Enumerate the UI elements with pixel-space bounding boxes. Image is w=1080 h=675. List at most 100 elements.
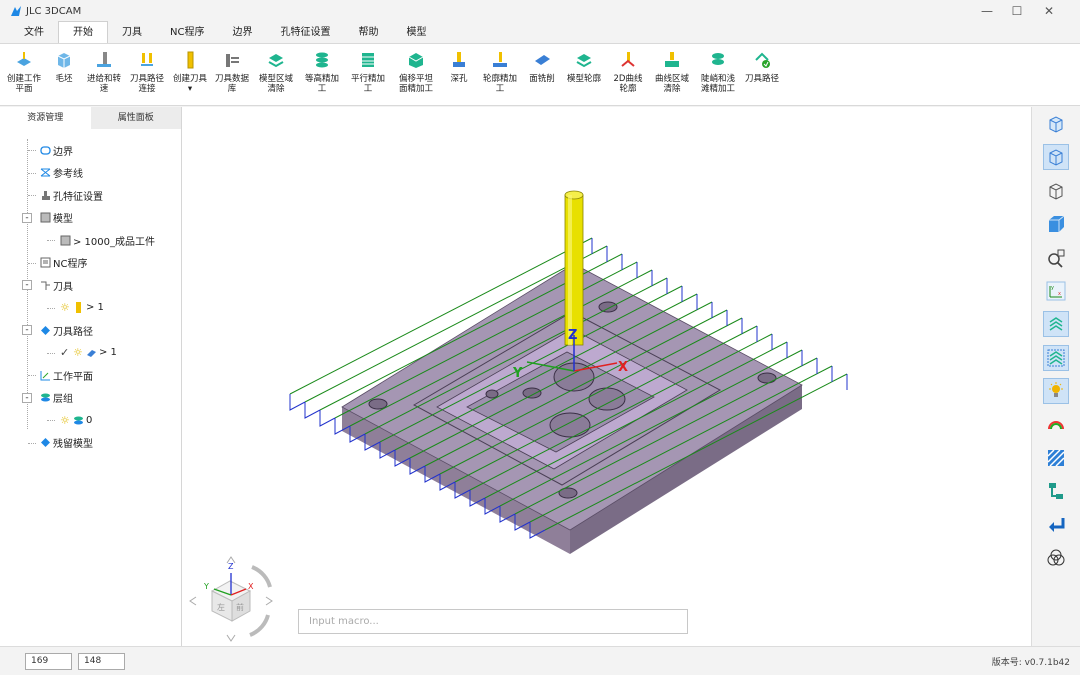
tree-item-model[interactable]: - 模型 (0, 207, 181, 230)
solid-view-button[interactable] (1043, 211, 1069, 237)
collapse-toggle[interactable]: - (22, 212, 32, 223)
tool-icon (41, 281, 50, 290)
outline-view-button[interactable] (1043, 178, 1069, 204)
tree-item-tool[interactable]: - 刀具 (0, 274, 181, 297)
tree-item-tool-1[interactable]: ☼ > 1 (0, 297, 181, 320)
title-bar: JLC 3DCAM (0, 0, 1080, 22)
constant-z-finish-button[interactable]: 等高精加 工 (300, 44, 344, 94)
scene-canvas: X Y Z 左 前 Z X Y (189, 190, 848, 642)
macro-input[interactable]: Input macro... (298, 609, 688, 634)
tree-item-boundary[interactable]: 边界 (0, 139, 181, 162)
offset-flat-finish-button[interactable]: 偏移平坦 面精加工 (392, 44, 440, 94)
feed-speed-button[interactable]: 进给和转 速 (84, 44, 124, 94)
menu-hole-feature[interactable]: 孔特征设置 (266, 23, 344, 43)
tree-label: > 1 (99, 347, 117, 359)
tool-database-button[interactable]: 刀具数据 库 (212, 44, 252, 94)
workplane-tree-icon (40, 370, 50, 381)
tree-item-model-part[interactable]: > 1000_成品工件 (0, 229, 181, 252)
hierarchy-icon (1049, 483, 1063, 500)
create-workplane-button[interactable]: 创建工作 平面 (4, 44, 44, 94)
deep-hole-button[interactable]: 深孔 (442, 44, 476, 84)
steep-shallow-finish-button[interactable]: 陡峭和浅 滩精加工 (696, 44, 740, 94)
menu-file[interactable]: 文件 (10, 23, 58, 43)
layer-display-button[interactable] (1043, 311, 1069, 338)
layer-item-icon (74, 416, 83, 425)
tree-item-layer-group[interactable]: - 层组 (0, 387, 181, 410)
curve-area-clear-icon (661, 48, 683, 72)
boolean-button[interactable] (1043, 545, 1069, 571)
toolpath-link-button[interactable]: 刀具路径 连接 (126, 44, 168, 94)
tree-item-workplane[interactable]: 工作平面 (0, 364, 181, 387)
menu-boundary[interactable]: 边界 (218, 23, 266, 43)
rainbow-arc-icon (1048, 420, 1064, 429)
3d-viewport[interactable]: X Y Z 左 前 Z X Y (182, 107, 1031, 646)
menu-nc-program[interactable]: NC程序 (156, 23, 218, 43)
toolpath-button[interactable]: 刀具路径 (742, 44, 782, 84)
parallel-finish-icon (357, 48, 379, 72)
tree-item-toolpath[interactable]: - 刀具路径 (0, 319, 181, 342)
close-button[interactable]: ✕ (1034, 2, 1064, 20)
tool-database-label: 刀具数据 库 (214, 74, 249, 94)
face-mill-label: 面铣削 (529, 74, 555, 84)
tree-label: 边界 (53, 146, 73, 158)
tree-item-rest-model[interactable]: 残留模型 (0, 432, 181, 455)
toolpath-display-icon (1047, 349, 1065, 367)
app-logo-icon (11, 6, 21, 16)
return-button[interactable] (1043, 512, 1069, 538)
parallel-finish-button[interactable]: 平行精加 工 (346, 44, 390, 94)
model-profile-button[interactable]: 模型轮廓 (562, 44, 606, 84)
svg-text:x: x (1058, 291, 1061, 297)
model-area-clear-button[interactable]: 模型区域 清除 (254, 44, 298, 94)
tree-item-toolpath-1[interactable]: ✓ ☼ > 1 (0, 342, 181, 365)
collapse-toggle[interactable]: - (22, 280, 32, 290)
wireframe-view-button[interactable] (1043, 144, 1069, 171)
collapse-toggle[interactable]: - (22, 325, 32, 335)
maximize-button[interactable]: ☐ (1002, 2, 1032, 20)
curve-area-clear-label: 曲线区域 清除 (654, 74, 689, 94)
axis-z-label: Z (568, 328, 577, 343)
create-tool-button[interactable]: 创建刀具 ▾ (170, 44, 210, 94)
tab-resource-manager[interactable]: 资源管理 (0, 107, 91, 129)
hierarchy-button[interactable] (1043, 478, 1069, 504)
toolpath-tree-icon (41, 325, 50, 335)
face-mill-button[interactable]: 面铣削 (524, 44, 560, 84)
coord-y-field[interactable]: 148 (78, 653, 125, 670)
deep-hole-label: 深孔 (450, 74, 468, 84)
collapse-toggle[interactable]: - (22, 392, 32, 403)
light-button[interactable] (1043, 378, 1069, 405)
shaded-view-button[interactable] (1043, 111, 1069, 137)
curve-area-clear-button[interactable]: 曲线区域 清除 (650, 44, 694, 94)
tree-item-layer-0[interactable]: ☼ 0 (0, 409, 181, 432)
menu-tool[interactable]: 刀具 (108, 23, 156, 43)
tree-label: NC程序 (53, 259, 88, 271)
tree-label: 参考线 (53, 169, 83, 181)
stock-button[interactable]: 毛坯 (46, 44, 82, 84)
zoom-fit-button[interactable] (1043, 245, 1069, 271)
tree-item-hole-feature[interactable]: 孔特征设置 (0, 184, 181, 207)
cube-x-label: X (248, 582, 254, 591)
menu-start[interactable]: 开始 (58, 21, 108, 43)
axis-view-button[interactable]: xy (1043, 278, 1069, 304)
profile-finish-icon (489, 48, 511, 72)
tab-properties[interactable]: 属性面板 (91, 107, 182, 129)
tree-item-nc-program[interactable]: NC程序 (0, 252, 181, 275)
app-title: JLC 3DCAM (26, 5, 82, 17)
rainbow-shading-button[interactable] (1043, 412, 1069, 438)
cube-z-label: Z (228, 562, 234, 571)
hatch-button[interactable] (1043, 445, 1069, 471)
tree-label: 层组 (53, 394, 73, 406)
tree-item-reference-line[interactable]: 参考线 (0, 162, 181, 185)
model-area-clear-icon (265, 48, 287, 72)
tree-label: > 1 (86, 302, 104, 314)
panel-tabs: 资源管理 属性面板 (0, 107, 181, 129)
view-cube[interactable]: 左 前 Z X Y (189, 556, 273, 642)
minimize-button[interactable]: — (972, 2, 1002, 20)
menu-help[interactable]: 帮助 (344, 23, 392, 43)
model-profile-icon (573, 48, 595, 72)
profile-finish-button[interactable]: 轮廓精加 工 (478, 44, 522, 94)
toolpath-display-button[interactable] (1043, 344, 1069, 371)
coord-x-field[interactable]: 169 (25, 653, 72, 670)
curve-2d-profile-button[interactable]: 2D曲线 轮廓 (608, 44, 648, 94)
menu-model[interactable]: 模型 (392, 23, 440, 43)
tree-label: 刀具路径 (53, 326, 93, 338)
